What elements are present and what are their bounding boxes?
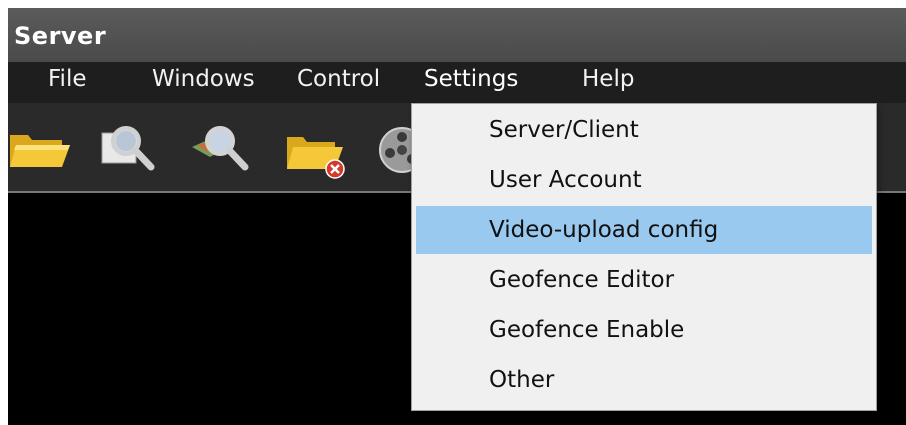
menu-item-server-client[interactable]: Server/Client bbox=[416, 106, 872, 154]
search-button[interactable] bbox=[96, 117, 160, 179]
open-folder-icon bbox=[10, 135, 70, 167]
menu-control[interactable]: Control bbox=[293, 66, 384, 92]
title-bar: Server bbox=[8, 8, 906, 62]
menu-settings[interactable]: Settings bbox=[420, 66, 522, 92]
menu-item-user-account[interactable]: User Account bbox=[416, 156, 872, 204]
menu-file[interactable]: File bbox=[44, 66, 91, 92]
settings-dropdown-menu: Server/Client User Account Video-upload … bbox=[411, 103, 877, 411]
menu-item-geofence-editor[interactable]: Geofence Editor bbox=[416, 256, 872, 304]
menu-windows[interactable]: Windows bbox=[148, 66, 259, 92]
menu-item-other[interactable]: Other bbox=[416, 356, 872, 404]
menu-item-video-upload-config[interactable]: Video-upload config bbox=[416, 206, 872, 254]
folder-delete-icon bbox=[287, 137, 345, 179]
map-search-icon bbox=[192, 126, 249, 171]
folder-delete-button[interactable] bbox=[283, 117, 347, 179]
map-search-button[interactable] bbox=[188, 117, 252, 179]
search-icon bbox=[101, 126, 155, 171]
window-title: Server bbox=[14, 22, 107, 50]
menu-item-geofence-enable[interactable]: Geofence Enable bbox=[416, 306, 872, 354]
menu-help[interactable]: Help bbox=[578, 66, 638, 92]
menu-bar: File Windows Control Settings Help bbox=[8, 62, 906, 103]
open-folder-button[interactable] bbox=[8, 117, 72, 179]
